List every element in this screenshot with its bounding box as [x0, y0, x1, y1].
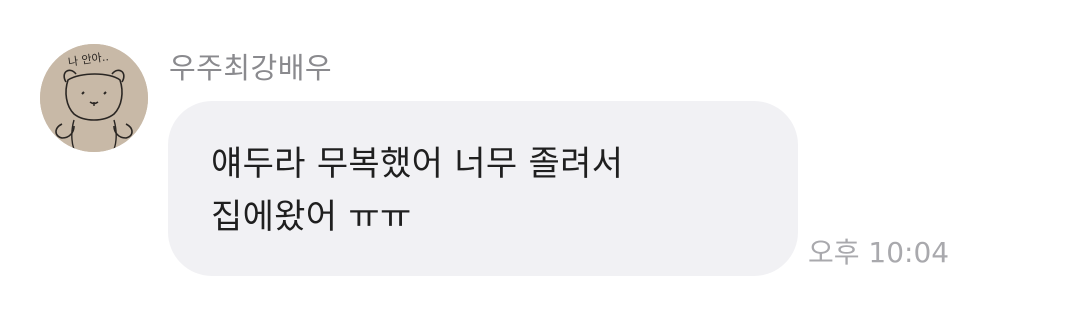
message-text-line-2: 집에왔어 ㅠㅠ: [211, 197, 412, 237]
sender-name[interactable]: 우주최강배우: [169, 50, 332, 86]
sender-avatar[interactable]: 나 안아..: [40, 44, 148, 152]
message-text-line-1: 얘두라 무복했어 너무 졸려서: [211, 144, 624, 184]
chat-message-row: 나 안아.. 우주최강배우 얘두라 무복했어 너무 졸려서 집에왔어 ㅠㅠ 오후…: [0, 0, 1079, 310]
message-timestamp: 오후 10:04: [808, 236, 950, 269]
message-bubble[interactable]: 얘두라 무복했어 너무 졸려서 집에왔어 ㅠㅠ: [168, 101, 798, 276]
